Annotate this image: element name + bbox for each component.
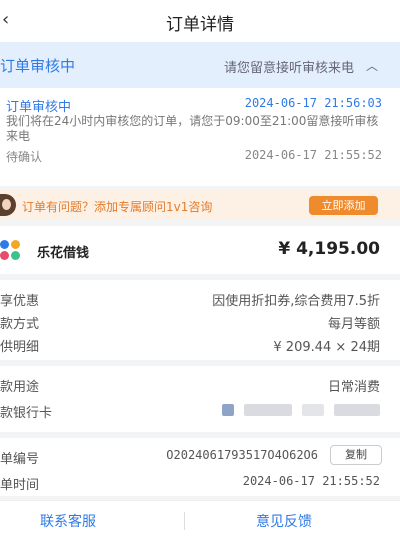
advisor-promo: 订单有问题？添加专属顾问1v1咨询 立即添加: [0, 190, 400, 220]
status-timeline: 订单审核中 2024-06-17 21:56:03 我们将在24小时内审核您的订…: [0, 88, 400, 186]
loan-details-section: 享优惠 因使用折扣券,综合费用7.5折 款方式 每月等额 供明细 ¥ 209.4…: [0, 280, 400, 360]
masked-bank-name: [243, 403, 292, 416]
banner-status: 订单审核中: [0, 57, 76, 75]
usage-section: 款用途 日常消费 款银行卡: [0, 366, 400, 432]
bank-card-row: 款银行卡: [0, 398, 400, 422]
order-number-label: 单编号: [0, 452, 40, 467]
footer-divider: [184, 512, 185, 530]
order-time-value: 2024-06-17 21:55:52: [242, 474, 380, 488]
timeline-status: 订单审核中: [6, 100, 72, 115]
nav-bar: ‹ 订单详情: [0, 0, 400, 42]
loan-amount: ¥ 4,195.00: [278, 239, 380, 259]
bank-card-value: [216, 402, 380, 417]
timeline-time-reviewing: 2024-06-17 21:56:03: [244, 96, 382, 110]
bottom-bar: 联系客服 意见反馈: [0, 500, 400, 541]
masked-card-number: [334, 403, 380, 416]
repay-method-row: 款方式 每月等额: [0, 309, 400, 333]
discount-row: 享优惠 因使用折扣券,综合费用7.5折: [0, 286, 400, 310]
contact-service-button[interactable]: 联系客服: [40, 511, 96, 531]
feedback-button[interactable]: 意见反馈: [256, 511, 312, 531]
order-time-label: 单时间: [0, 478, 40, 493]
copy-button[interactable]: 复制: [330, 445, 382, 465]
bank-card-label: 款银行卡: [0, 406, 53, 421]
status-banner[interactable]: 订单审核中 请您留意接听审核来电 ︿: [0, 42, 400, 88]
page-title: 订单详情: [166, 15, 234, 35]
order-time-row: 单时间 2024-06-17 21:55:52: [0, 470, 400, 494]
lender-logo-icon: [0, 240, 20, 260]
repay-detail-label: 供明细: [0, 340, 40, 355]
promo-text: 订单有问题？添加专属顾问1v1咨询: [22, 200, 213, 214]
lender-card: 乐花借钱 ¥ 4,195.00: [0, 226, 400, 274]
order-number-value: O2024061793517O4O62O6: [166, 448, 318, 462]
repay-detail-value: ¥ 209.44 × 24期: [273, 340, 380, 355]
advisor-avatar: [0, 194, 16, 216]
repay-method-label: 款方式: [0, 317, 40, 332]
repay-detail-row[interactable]: 供明细 ¥ 209.44 × 24期: [0, 332, 400, 356]
timeline-pending-label: 待确认: [6, 150, 43, 164]
order-info-section: 单编号 O2024061793517O4O62O6 复制 单时间 2024-06…: [0, 438, 400, 496]
discount-label: 享优惠: [0, 294, 40, 309]
repay-method-value: 每月等额: [327, 317, 380, 332]
timeline-time-pending: 2024-06-17 21:55:52: [244, 148, 382, 162]
add-advisor-button[interactable]: 立即添加: [309, 196, 378, 215]
bank-logo-icon: [221, 403, 234, 416]
chevron-up-icon[interactable]: ︿: [366, 57, 378, 74]
purpose-row: 款用途 日常消费: [0, 372, 400, 396]
purpose-label: 款用途: [0, 380, 40, 395]
lender-name: 乐花借钱: [37, 246, 90, 261]
order-number-row: 单编号 O2024061793517O4O62O6 复制: [0, 444, 400, 468]
discount-value: 因使用折扣券,综合费用7.5折: [212, 294, 380, 309]
banner-tip: 请您留意接听审核来电: [223, 61, 354, 76]
timeline-description: 我们将在24小时内审核您的订单，请您于09:00至21:00留意接听审核来电: [6, 114, 379, 143]
masked-text: [301, 403, 324, 416]
purpose-value: 日常消费: [327, 380, 380, 395]
